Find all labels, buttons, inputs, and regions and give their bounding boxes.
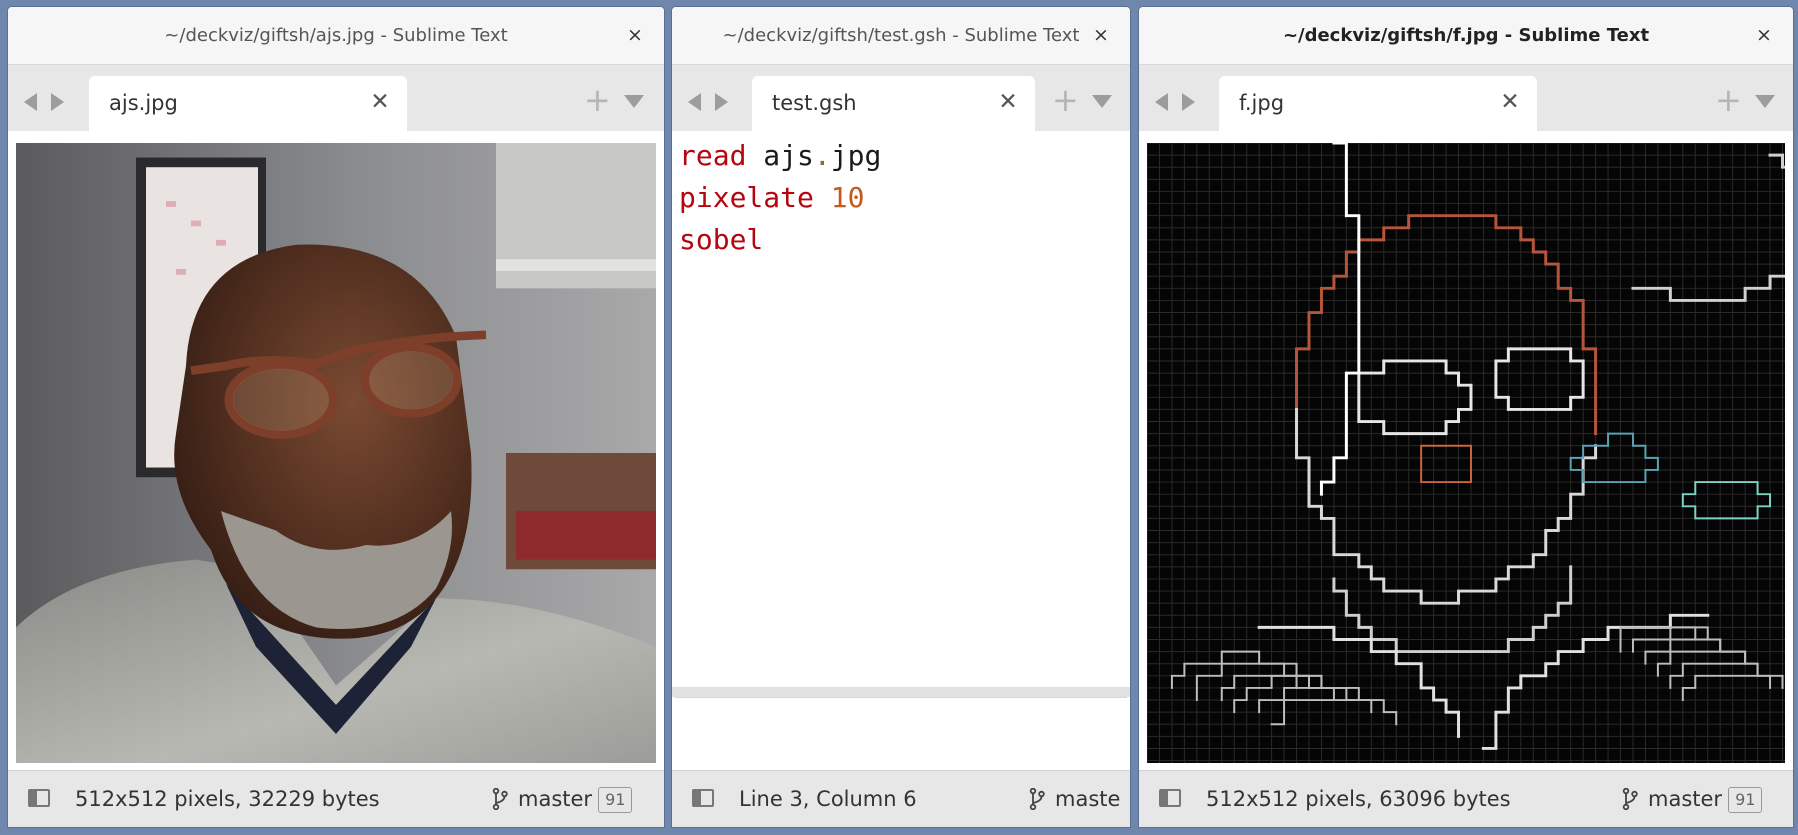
keyword-token: read	[679, 139, 747, 172]
tab-ajs-jpg[interactable]: ajs.jpg ✕	[89, 76, 407, 131]
image-viewer	[8, 131, 664, 771]
window-close-icon[interactable]: ×	[1751, 22, 1777, 48]
window-title: ~/deckviz/giftsh/f.jpg - Sublime Text	[1282, 25, 1650, 46]
forward-arrow-icon[interactable]	[715, 93, 728, 111]
new-tab-icon[interactable]: +	[1715, 84, 1742, 116]
git-branch-status[interactable]: master 91	[492, 771, 633, 827]
tab-label: ajs.jpg	[109, 91, 178, 115]
output-panel[interactable]	[675, 697, 1127, 771]
window-title: ~/deckviz/giftsh/ajs.jpg - Sublime Text	[164, 25, 508, 46]
git-branch-icon	[492, 788, 508, 810]
window-test-gsh: ~/deckviz/giftsh/test.gsh - Sublime Text…	[672, 7, 1130, 827]
status-image-info: 512x512 pixels, 32229 bytes	[75, 787, 380, 811]
tab-close-icon[interactable]: ✕	[995, 89, 1021, 115]
image-viewer	[1139, 131, 1793, 771]
git-branch-status[interactable]: maste	[1029, 771, 1120, 827]
sobel-edge-image	[1147, 143, 1785, 763]
tab-navigation	[24, 93, 70, 113]
keyword-token: pixelate	[679, 181, 814, 214]
branch-name: master	[518, 787, 593, 811]
tab-f-jpg[interactable]: f.jpg ✕	[1219, 76, 1537, 131]
git-branch-icon	[1029, 788, 1045, 810]
git-branch-status[interactable]: master 91	[1622, 771, 1763, 827]
extension-token: jpg	[830, 139, 882, 172]
tab-navigation	[1155, 93, 1201, 113]
branch-name: maste	[1055, 787, 1121, 811]
sidebar-toggle-icon[interactable]	[692, 789, 714, 807]
panel-divider[interactable]	[672, 687, 1130, 697]
tab-close-icon[interactable]: ✕	[1497, 89, 1523, 115]
tab-label: test.gsh	[772, 91, 857, 115]
window-title: ~/deckviz/giftsh/test.gsh - Sublime Text	[722, 25, 1080, 46]
back-arrow-icon[interactable]	[1155, 93, 1168, 111]
code-line-3: sobel	[679, 219, 1130, 261]
code-line-1: read ajs.jpg	[679, 135, 1130, 177]
tab-test-gsh[interactable]: test.gsh ✕	[752, 76, 1035, 131]
window-f-jpg: ~/deckviz/giftsh/f.jpg - Sublime Text × …	[1139, 7, 1793, 827]
new-tab-icon[interactable]: +	[584, 84, 611, 116]
keyword-token: sobel	[679, 223, 764, 256]
tab-menu-caret-icon[interactable]	[624, 95, 644, 108]
window-close-icon[interactable]: ×	[1088, 22, 1114, 48]
status-bar: Line 3, Column 6 maste	[672, 770, 1130, 827]
tab-bar: ajs.jpg ✕ +	[8, 65, 664, 131]
tab-close-icon[interactable]: ✕	[367, 89, 393, 115]
back-arrow-icon[interactable]	[688, 93, 701, 111]
argument-token: ajs	[763, 139, 814, 172]
title-bar[interactable]: ~/deckviz/giftsh/ajs.jpg - Sublime Text …	[8, 7, 664, 65]
tab-menu-caret-icon[interactable]	[1755, 95, 1775, 108]
code-line-2: pixelate 10	[679, 177, 1130, 219]
git-changes-badge: 91	[598, 787, 633, 813]
tab-label: f.jpg	[1239, 91, 1285, 115]
image-preview-sobel	[1147, 143, 1785, 763]
code-editor[interactable]: read ajs.jpg pixelate 10 sobel	[672, 131, 1130, 771]
window-close-icon[interactable]: ×	[622, 22, 648, 48]
tab-bar: test.gsh ✕ +	[672, 65, 1130, 131]
tab-menu-caret-icon[interactable]	[1092, 95, 1112, 108]
tab-bar: f.jpg ✕ +	[1139, 65, 1793, 131]
punctuation-token: .	[813, 139, 831, 172]
title-bar[interactable]: ~/deckviz/giftsh/test.gsh - Sublime Text…	[672, 7, 1130, 65]
number-token: 10	[830, 181, 865, 214]
portrait-photo-illustration	[16, 143, 656, 763]
code-text[interactable]: read ajs.jpg pixelate 10 sobel	[679, 135, 1130, 261]
git-changes-badge: 91	[1728, 787, 1763, 813]
status-bar: 512x512 pixels, 63096 bytes master 91	[1139, 770, 1793, 827]
new-tab-icon[interactable]: +	[1052, 84, 1079, 116]
branch-name: master	[1648, 787, 1723, 811]
tab-navigation	[688, 93, 734, 113]
sidebar-toggle-icon[interactable]	[1159, 789, 1181, 807]
git-branch-icon	[1622, 788, 1638, 810]
status-bar: 512x512 pixels, 32229 bytes master 91	[8, 770, 664, 827]
sidebar-toggle-icon[interactable]	[28, 789, 50, 807]
status-image-info: 512x512 pixels, 63096 bytes	[1206, 787, 1511, 811]
back-arrow-icon[interactable]	[24, 93, 37, 111]
status-cursor-position: Line 3, Column 6	[739, 787, 917, 811]
title-bar[interactable]: ~/deckviz/giftsh/f.jpg - Sublime Text ×	[1139, 7, 1793, 65]
forward-arrow-icon[interactable]	[1182, 93, 1195, 111]
forward-arrow-icon[interactable]	[51, 93, 64, 111]
image-preview-photo	[16, 143, 656, 763]
window-ajs-jpg: ~/deckviz/giftsh/ajs.jpg - Sublime Text …	[8, 7, 664, 827]
